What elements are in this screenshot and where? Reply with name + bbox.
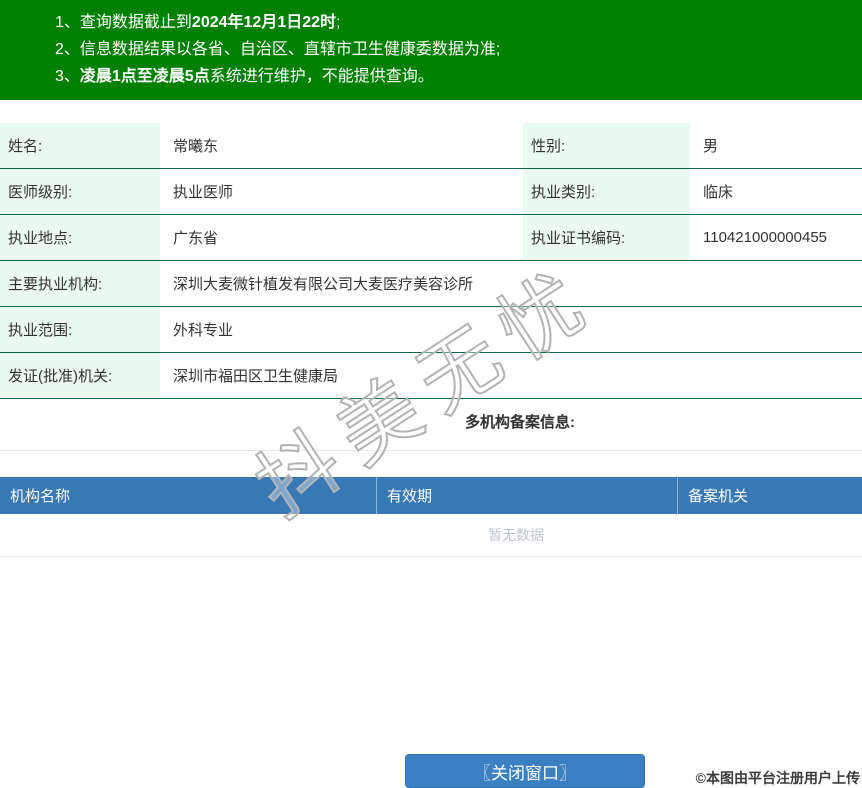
field-label-cert-no: 执业证书编码:	[523, 215, 690, 260]
column-header-org-name: 机构名称	[0, 477, 377, 514]
multi-org-section-title: 多机构备案信息:	[465, 414, 575, 431]
field-value-level: 执业医师	[173, 184, 234, 201]
multi-org-table-header: 机构名称 有效期 备案机关	[0, 477, 862, 514]
notice-text: 查询数据截止到	[79, 14, 192, 31]
notice-bold-text: 凌晨1点至凌晨5点	[79, 68, 210, 85]
field-value-category: 临床	[703, 184, 734, 201]
field-value-main-org: 深圳大麦微针植发有限公司大麦医疗美容诊所	[173, 276, 474, 293]
info-row-level-category: 医师级别: 执业医师 执业类别: 临床	[0, 169, 862, 215]
field-label-scope: 执业范围:	[0, 307, 160, 352]
column-header-validity: 有效期	[377, 477, 678, 514]
notice-number: 2、	[55, 41, 80, 58]
field-label-issuing-authority: 发证(批准)机关:	[0, 353, 160, 398]
field-value-issuing-authority: 深圳市福田区卫生健康局	[173, 368, 339, 385]
section-divider	[0, 450, 862, 451]
field-value-scope: 外科专业	[173, 322, 234, 339]
notice-bold-text: 2024年12月1日22时	[191, 14, 337, 31]
field-label-name: 姓名:	[0, 123, 160, 168]
field-value-location: 广东省	[173, 230, 219, 247]
field-label-location: 执业地点:	[0, 215, 160, 260]
field-label-level: 医师级别:	[0, 169, 160, 214]
empty-data-text: 暂无数据	[0, 514, 862, 557]
info-row-issuing-authority: 发证(批准)机关: 深圳市福田区卫生健康局	[0, 353, 862, 399]
info-row-main-org: 主要执业机构: 深圳大麦微针植发有限公司大麦医疗美容诊所	[0, 261, 862, 307]
column-header-filing-authority: 备案机关	[688, 488, 749, 505]
close-window-button[interactable]: 〖关闭窗口〗	[405, 754, 645, 788]
field-value-cert-no: 110421000000455	[703, 229, 828, 246]
info-row-scope: 执业范围: 外科专业	[0, 307, 862, 353]
notice-text: ;	[336, 14, 341, 31]
notice-banner: 1、查询数据截止到2024年12月1日22时; 2、信息数据结果以各省、自治区、…	[0, 0, 862, 100]
info-row-name-gender: 姓名: 常曦东 性别: 男	[0, 123, 862, 169]
field-value-name: 常曦东	[173, 138, 219, 155]
notice-text: 系统进行维护，不能提供查询。	[209, 68, 434, 85]
copyright-watermark: ©本图由平台注册用户上传	[695, 770, 860, 786]
notice-text: 信息数据结果以各省、自治区、直辖市卫生健康委数据为准;	[79, 41, 501, 58]
field-label-category: 执业类别:	[523, 169, 690, 214]
field-value-gender: 男	[703, 138, 719, 155]
multi-org-table: 机构名称 有效期 备案机关 暂无数据	[0, 477, 862, 557]
doctor-info-table: 姓名: 常曦东 性别: 男 医师级别: 执业医师 执业类别: 临床 执业地点: …	[0, 123, 862, 399]
notice-line-2: 2、信息数据结果以各省、自治区、直辖市卫生健康委数据为准;	[55, 36, 842, 63]
notice-line-1: 1、查询数据截止到2024年12月1日22时;	[55, 9, 842, 36]
notice-number: 1、	[55, 14, 80, 31]
field-label-main-org: 主要执业机构:	[0, 261, 160, 306]
field-label-gender: 性别:	[523, 123, 690, 168]
info-row-location-cert: 执业地点: 广东省 执业证书编码: 110421000000455	[0, 215, 862, 261]
notice-number: 3、	[55, 68, 80, 85]
notice-line-3: 3、凌晨1点至凌晨5点系统进行维护，不能提供查询。	[55, 63, 842, 90]
